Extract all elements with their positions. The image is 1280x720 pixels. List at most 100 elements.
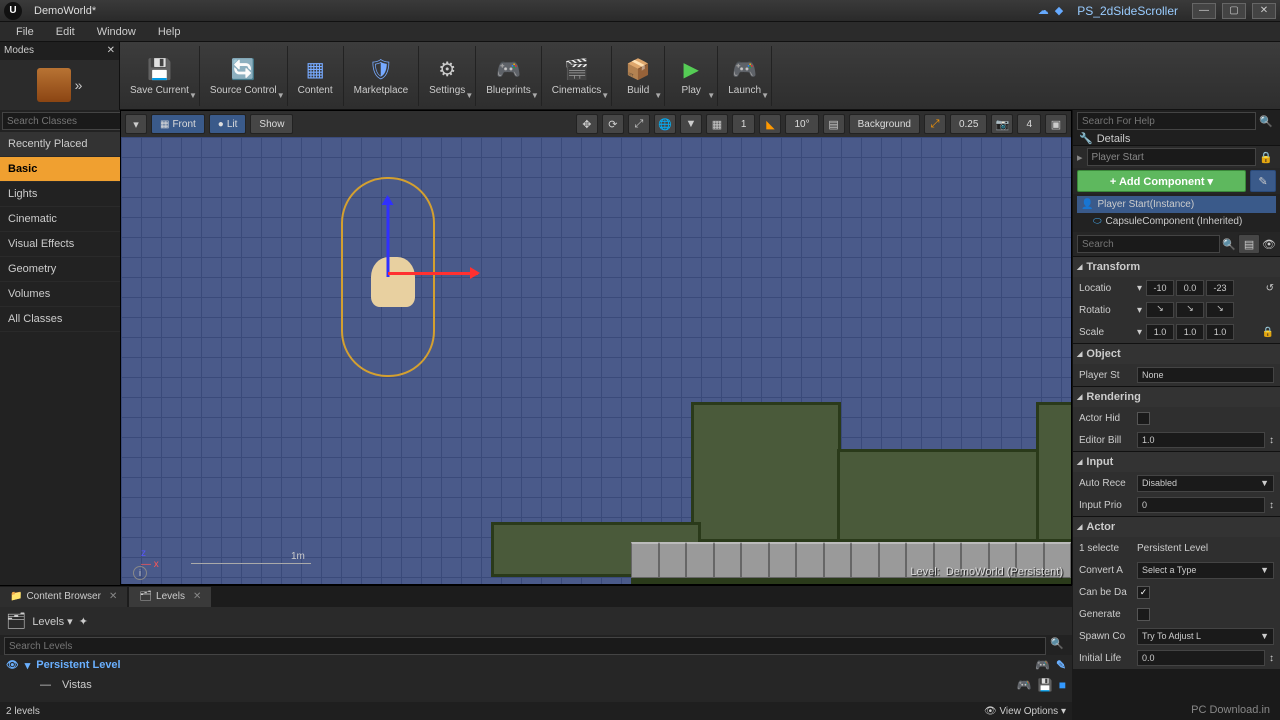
menu-edit[interactable]: Edit	[46, 24, 85, 40]
cat-lights[interactable]: Lights	[0, 182, 120, 207]
cat-object[interactable]: Object	[1073, 344, 1280, 364]
spawn-collision-combo[interactable]: Try To Adjust L▼	[1137, 628, 1274, 645]
viewport[interactable]: z— x 1m i Level: DemoWorld (Persistent)	[121, 137, 1071, 584]
cat-input[interactable]: Input	[1073, 452, 1280, 472]
tab-content-browser[interactable]: 📁Content Browser✕	[0, 587, 127, 607]
save-icon[interactable]: 💾	[1038, 678, 1053, 692]
launch-button[interactable]: 🎮Launch▼	[718, 46, 772, 106]
settings-button[interactable]: ⚙Settings▼	[419, 46, 476, 106]
visibility-icon[interactable]	[6, 659, 19, 671]
billboard-scale-input[interactable]	[1137, 432, 1265, 448]
visibility-icon[interactable]: 👁	[1262, 238, 1276, 251]
camera-speed-icon[interactable]: 📷	[991, 114, 1013, 134]
actor-name-field[interactable]	[1087, 148, 1257, 166]
actor-hidden-checkbox[interactable]	[1137, 412, 1150, 425]
rot-z[interactable]: ↘	[1206, 302, 1234, 318]
surface-snap-icon[interactable]: ▼	[680, 114, 702, 134]
cloud-icon[interactable]: ☁	[1038, 4, 1049, 17]
background-button[interactable]: Background	[849, 114, 920, 134]
place-mode-icon[interactable]	[37, 68, 71, 102]
color-icon[interactable]: ■	[1059, 678, 1066, 692]
level-vistas[interactable]: ―Vistas 🎮💾■	[0, 675, 1072, 695]
add-component-button[interactable]: + Add Component ▾	[1077, 170, 1246, 192]
generate-overlap-checkbox[interactable]	[1137, 608, 1150, 621]
loc-y[interactable]	[1176, 280, 1204, 296]
source-control-button[interactable]: 🔄Source Control▼	[200, 46, 288, 106]
cat-rendering[interactable]: Rendering	[1073, 387, 1280, 407]
transform-scale-icon[interactable]: ⤢	[628, 114, 650, 134]
close-button[interactable]: ✕	[1252, 3, 1276, 19]
loc-z[interactable]	[1206, 280, 1234, 296]
coord-space-icon[interactable]: 🌐	[654, 114, 676, 134]
view-show-button[interactable]: Show	[250, 114, 293, 134]
modes-expand-icon[interactable]: »	[75, 77, 83, 93]
tab-levels[interactable]: 🗂Levels✕	[129, 587, 211, 607]
cat-volumes[interactable]: Volumes	[0, 282, 120, 307]
rot-x[interactable]: ↘	[1146, 302, 1174, 318]
gizmo-x-axis[interactable]	[388, 272, 478, 275]
scale-snap-value[interactable]: 0.25	[950, 114, 987, 134]
view-front-button[interactable]: ▦ Front	[151, 114, 205, 134]
build-button[interactable]: 📦Build▼	[612, 46, 665, 106]
scl-x[interactable]	[1146, 324, 1174, 340]
gamepad-icon[interactable]: 🎮	[1017, 678, 1032, 692]
can-be-damaged-checkbox[interactable]	[1137, 586, 1150, 599]
transform-rotate-icon[interactable]: ⟳	[602, 114, 624, 134]
property-matrix-icon[interactable]: ▤	[1238, 234, 1260, 254]
component-capsule[interactable]: ⬭CapsuleComponent (Inherited)	[1077, 213, 1276, 230]
lock-icon[interactable]: 🔒	[1256, 151, 1276, 164]
scale-snap-icon[interactable]: ⤢	[924, 114, 946, 134]
loc-x[interactable]	[1146, 280, 1174, 296]
initial-life-input[interactable]	[1137, 650, 1265, 666]
auto-receive-combo[interactable]: Disabled▼	[1137, 475, 1274, 492]
lock-scale-icon[interactable]: 🔒	[1262, 327, 1274, 338]
menu-help[interactable]: Help	[148, 24, 191, 40]
kismet-icon[interactable]: ✎	[1056, 658, 1066, 672]
player-start-tag-input[interactable]	[1137, 367, 1274, 383]
cat-transform[interactable]: Transform	[1073, 257, 1280, 277]
viewport-options-button[interactable]: ▾	[125, 114, 147, 134]
details-search-input[interactable]	[1077, 235, 1220, 253]
play-button[interactable]: ▶Play▼	[665, 46, 718, 106]
info-icon[interactable]: i	[133, 566, 147, 580]
view-lit-button[interactable]: ● Lit	[209, 114, 247, 134]
angle-snap-icon[interactable]: ◣	[759, 114, 781, 134]
scl-y[interactable]	[1176, 324, 1204, 340]
cat-actor[interactable]: Actor	[1073, 517, 1280, 537]
cat-all-classes[interactable]: All Classes	[0, 307, 120, 332]
search-help-input[interactable]	[1077, 112, 1256, 130]
edit-blueprint-button[interactable]: ✎	[1250, 170, 1276, 192]
levels-menu[interactable]: Levels ▾	[32, 615, 72, 628]
convert-actor-combo[interactable]: Select a Type▼	[1137, 562, 1274, 579]
layer-icon[interactable]: ▤	[823, 114, 845, 134]
grid-snap-icon[interactable]: ▦	[706, 114, 728, 134]
menu-window[interactable]: Window	[87, 24, 146, 40]
transform-move-icon[interactable]: ✥	[576, 114, 598, 134]
scl-z[interactable]	[1206, 324, 1234, 340]
summon-icon[interactable]: ✦	[79, 615, 88, 628]
search-icon[interactable]: 🔍	[1222, 238, 1236, 251]
cinematics-button[interactable]: 🎬Cinematics▼	[542, 46, 612, 106]
content-button[interactable]: ▦Content	[288, 46, 344, 106]
cat-visual-effects[interactable]: Visual Effects	[0, 232, 120, 257]
gamepad-icon[interactable]: 🎮	[1035, 658, 1050, 672]
view-options-button[interactable]: 👁 View Options ▾	[984, 706, 1066, 717]
player-start-actor[interactable]	[341, 177, 435, 377]
reset-icon[interactable]: ↺	[1266, 283, 1274, 294]
rot-y[interactable]: ↘	[1176, 302, 1204, 318]
search-icon[interactable]: 🔍	[1046, 637, 1068, 653]
search-icon[interactable]: 🔍	[1256, 115, 1276, 128]
grid-size[interactable]: 1	[732, 114, 756, 134]
cat-cinematic[interactable]: Cinematic	[0, 207, 120, 232]
maximize-viewport-icon[interactable]: ▣	[1045, 114, 1067, 134]
maximize-button[interactable]: ▢	[1222, 3, 1246, 19]
input-priority-input[interactable]	[1137, 497, 1265, 513]
level-persistent[interactable]: ▾Persistent Level 🎮✎	[0, 655, 1072, 675]
minimize-button[interactable]: —	[1192, 3, 1216, 19]
blueprints-button[interactable]: 🎮Blueprints▼	[476, 46, 541, 106]
marketplace-button[interactable]: 🛡Marketplace	[344, 46, 419, 106]
component-root[interactable]: 👤Player Start(Instance)	[1077, 196, 1276, 213]
cat-recently-placed[interactable]: Recently Placed	[0, 132, 120, 157]
search-levels-input[interactable]	[4, 637, 1046, 655]
menu-file[interactable]: File	[6, 24, 44, 40]
